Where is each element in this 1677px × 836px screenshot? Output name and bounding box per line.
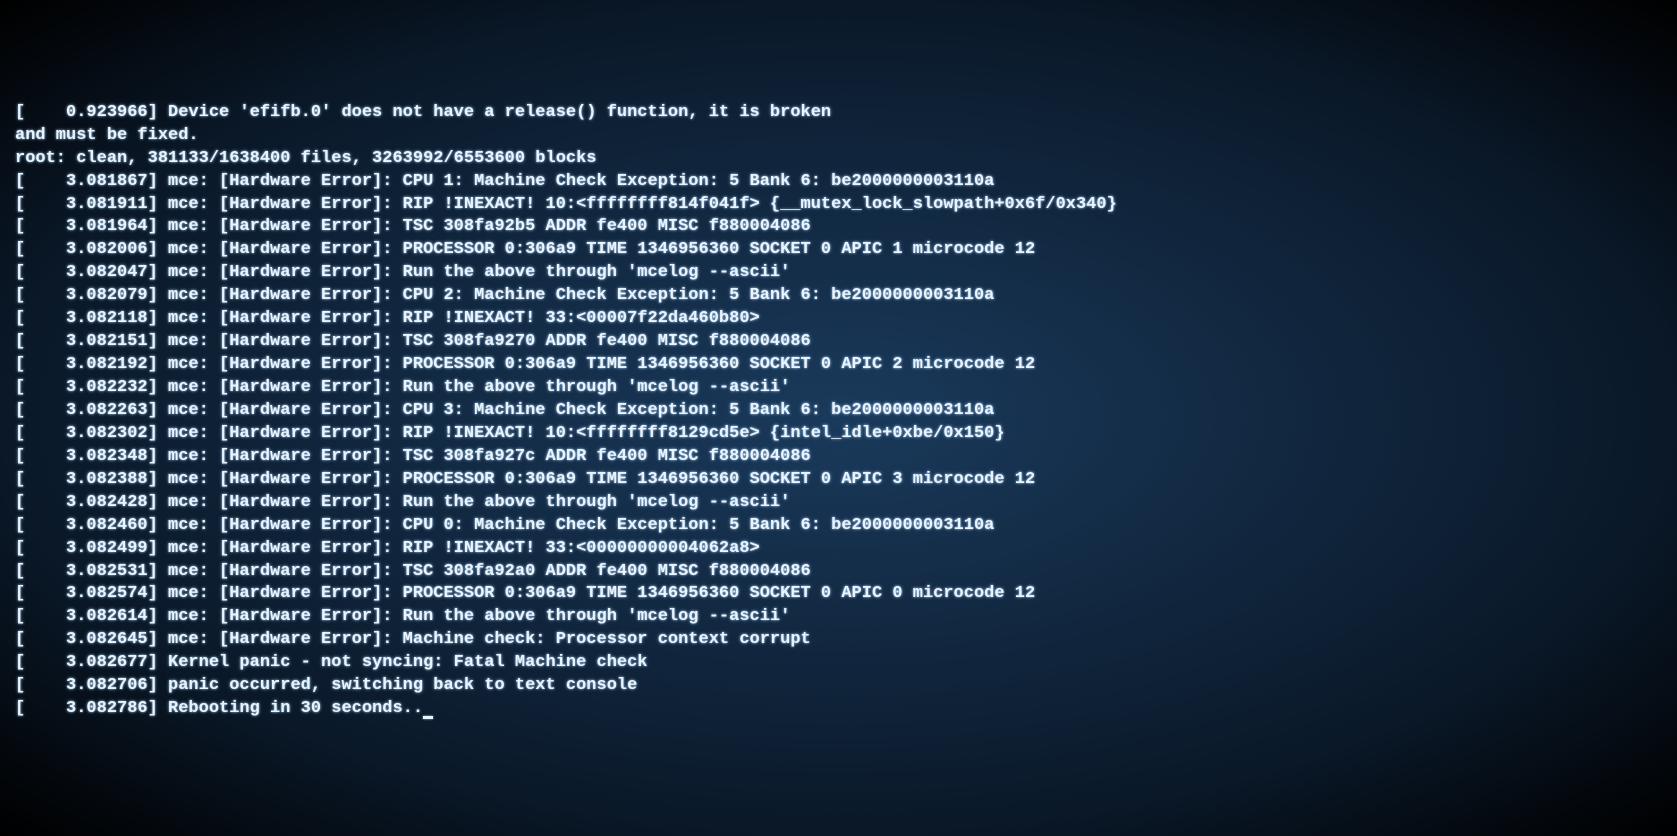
console-line: [ 3.082388] mce: [Hardware Error]: PROCE…	[15, 469, 1662, 492]
console-line: [ 3.081911] mce: [Hardware Error]: RIP !…	[15, 194, 1662, 217]
console-line: [ 3.082047] mce: [Hardware Error]: Run t…	[15, 262, 1662, 285]
console-line: [ 3.082232] mce: [Hardware Error]: Run t…	[15, 377, 1662, 400]
console-line: [ 3.082348] mce: [Hardware Error]: TSC 3…	[15, 446, 1662, 469]
console-line: and must be fixed.	[15, 125, 1662, 148]
console-line: [ 3.082706] panic occurred, switching ba…	[15, 675, 1662, 698]
console-line: [ 3.082118] mce: [Hardware Error]: RIP !…	[15, 308, 1662, 331]
console-line: [ 3.082006] mce: [Hardware Error]: PROCE…	[15, 239, 1662, 262]
console-line: [ 3.082079] mce: [Hardware Error]: CPU 2…	[15, 285, 1662, 308]
console-line: [ 3.082645] mce: [Hardware Error]: Machi…	[15, 629, 1662, 652]
console-line: [ 3.082302] mce: [Hardware Error]: RIP !…	[15, 423, 1662, 446]
console-line: [ 3.082677] Kernel panic - not syncing: …	[15, 652, 1662, 675]
console-line: [ 3.082151] mce: [Hardware Error]: TSC 3…	[15, 331, 1662, 354]
console-line: [ 3.082192] mce: [Hardware Error]: PROCE…	[15, 354, 1662, 377]
console-line: [ 0.923966] Device 'efifb.0' does not ha…	[15, 102, 1662, 125]
console-line: [ 3.082428] mce: [Hardware Error]: Run t…	[15, 492, 1662, 515]
console-line: [ 3.082460] mce: [Hardware Error]: CPU 0…	[15, 515, 1662, 538]
cursor	[423, 716, 433, 719]
console-line: [ 3.082614] mce: [Hardware Error]: Run t…	[15, 606, 1662, 629]
console-line: [ 3.082263] mce: [Hardware Error]: CPU 3…	[15, 400, 1662, 423]
console-line: root: clean, 381133/1638400 files, 32639…	[15, 148, 1662, 171]
console-line: [ 3.082574] mce: [Hardware Error]: PROCE…	[15, 583, 1662, 606]
console-line: [ 3.081964] mce: [Hardware Error]: TSC 3…	[15, 216, 1662, 239]
console-output: [ 0.923966] Device 'efifb.0' does not ha…	[15, 102, 1662, 721]
console-line: [ 3.082531] mce: [Hardware Error]: TSC 3…	[15, 561, 1662, 584]
console-line: [ 3.081867] mce: [Hardware Error]: CPU 1…	[15, 171, 1662, 194]
console-line: [ 3.082786] Rebooting in 30 seconds..	[15, 698, 1662, 721]
console-line: [ 3.082499] mce: [Hardware Error]: RIP !…	[15, 538, 1662, 561]
